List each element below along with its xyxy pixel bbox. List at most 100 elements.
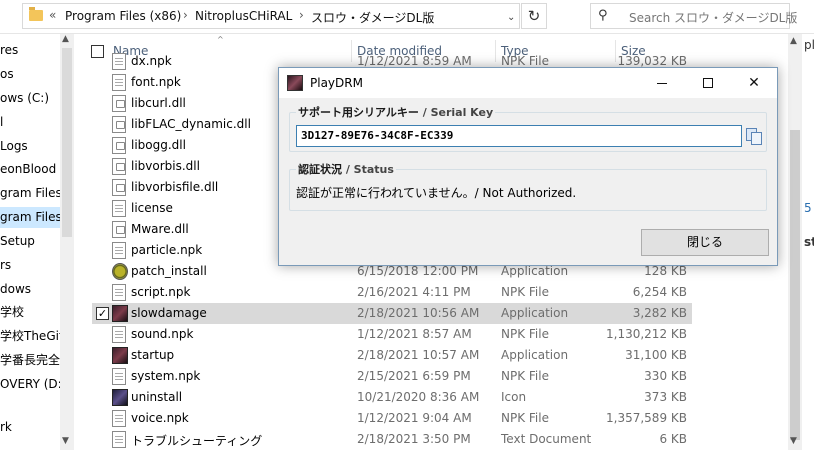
close-button[interactable]: 閉じる (641, 229, 769, 256)
game-app-icon (112, 347, 128, 364)
overflow-chevron-icon[interactable]: « (49, 8, 56, 22)
nav-item[interactable]: eonBlood (0, 159, 60, 180)
file-size: 6,254 KB (632, 285, 687, 299)
file-size: 330 KB (644, 369, 687, 383)
file-name: libogg.dll (131, 138, 186, 152)
npk-icon (112, 368, 126, 385)
row-checkbox[interactable]: ✓ (96, 307, 109, 320)
file-size: 128 KB (644, 264, 687, 278)
status-message: 認証が正常に行われていません。/ Not Authorized. (296, 186, 577, 200)
nav-item[interactable]: os (0, 64, 60, 85)
minimize-icon (657, 82, 667, 84)
file-size: 139,032 KB (617, 54, 687, 68)
details-pane-text: st (804, 235, 814, 249)
file-type: NPK File (501, 411, 549, 425)
npk-icon (112, 410, 126, 427)
file-row[interactable]: トラブルシューティング 2/18/2021 3:50 PM Text Documen… (92, 429, 692, 450)
dll-icon (112, 137, 126, 154)
file-row[interactable]: uninstall 10/21/2020 8:36 AM Icon 373 KB (92, 387, 692, 408)
uninstall-icon (112, 389, 128, 406)
maximize-icon (703, 78, 713, 88)
file-name: font.npk (131, 75, 181, 89)
serial-key-group-title: サポート用シリアルキー / Serial Key (296, 104, 496, 120)
dll-icon (112, 95, 126, 112)
npk-icon (112, 326, 126, 343)
file-name: libvorbisfile.dll (131, 180, 219, 194)
file-date: 2/18/2021 10:57 AM (357, 348, 480, 362)
file-name: libFLAC_dynamic.dll (131, 117, 251, 131)
scroll-down-icon[interactable]: ▼ (62, 436, 69, 446)
scroll-up-icon[interactable]: ▲ (790, 36, 797, 46)
status-group-title: 認証状況 / Status (296, 161, 396, 177)
nav-item[interactable]: gram Files (0, 183, 62, 204)
navigation-pane: res os ows (C:) l Logs eonBlood gram Fil… (0, 34, 74, 450)
file-size: 1,357,589 KB (606, 411, 687, 425)
breadcrumb-nitroplus[interactable]: NitroplusCHiRAL (195, 9, 292, 23)
file-name: startup (131, 348, 175, 362)
text-file-icon (112, 200, 126, 217)
search-placeholder: Search スロウ・ダメージDL版 (629, 11, 798, 25)
file-name: slowdamage (131, 306, 207, 320)
nav-item[interactable]: Setup (0, 231, 60, 252)
nav-item[interactable]: res (0, 40, 60, 61)
file-date: 1/12/2021 8:57 AM (357, 327, 472, 341)
status-group: 認証状況 / Status 認証が正常に行われていません。/ Not Autho… (289, 161, 767, 211)
nav-item[interactable]: 学校TheGift (0, 326, 68, 347)
nav-item[interactable]: rk (0, 417, 60, 438)
nav-item[interactable]: 学校 (0, 302, 60, 323)
file-name: system.npk (131, 369, 201, 383)
scroll-down-icon[interactable]: ▼ (790, 436, 797, 446)
dll-icon (112, 116, 126, 133)
scroll-up-icon[interactable]: ▲ (62, 34, 69, 44)
file-row[interactable]: startup 2/18/2021 10:57 AM Application 31,1… (92, 345, 692, 366)
file-row[interactable]: ✓ slowdamage 2/18/2021 10:56 AM Application… (92, 303, 692, 324)
file-name: patch_install (131, 264, 207, 278)
nav-item[interactable]: OVERY (D:) (0, 374, 66, 395)
breadcrumb-program-files-x86[interactable]: Program Files (x86) (65, 9, 181, 23)
serial-key-label-en: / Serial Key (418, 106, 494, 119)
nav-item[interactable]: rs (0, 255, 60, 276)
dialog-title-bar[interactable]: PlayDRM ✕ (279, 68, 777, 98)
file-row[interactable]: sound.npk 1/12/2021 8:57 AM NPK File 1,130,… (92, 324, 692, 345)
minimize-button[interactable] (639, 68, 685, 98)
file-name: license (131, 201, 173, 215)
address-history-dropdown-icon[interactable]: ⌄ (507, 12, 515, 23)
file-name: トラブルシューティング (131, 434, 263, 448)
address-bar[interactable]: « Program Files (x86) › NitroplusCHiRAL … (22, 3, 520, 29)
nav-item[interactable]: ows (C:) (0, 88, 60, 109)
file-type: NPK File (501, 54, 549, 68)
file-size: 373 KB (644, 390, 687, 404)
nav-item-selected[interactable]: gram Files ( (0, 207, 70, 228)
patch-app-icon (112, 263, 128, 280)
file-type: Application (501, 264, 569, 278)
serial-key-group: サポート用シリアルキー / Serial Key 3D127-89E76-34C… (289, 104, 767, 152)
file-row[interactable]: script.npk 2/16/2021 4:11 PM NPK File 6,254… (92, 282, 692, 303)
nav-scrollbar-thumb[interactable] (62, 48, 72, 237)
nav-item[interactable]: Logs (0, 136, 60, 157)
search-box[interactable]: ⚲ Search スロウ・ダメージDL版 (590, 3, 797, 29)
details-pane-text: 5 (804, 201, 812, 215)
nav-item[interactable]: dows (0, 279, 60, 300)
file-date: 2/15/2021 6:59 PM (357, 369, 471, 383)
serial-key-field[interactable]: 3D127-89E76-34C8F-EC339 (296, 125, 742, 147)
copy-icon[interactable] (746, 128, 762, 145)
file-name: uninstall (131, 390, 183, 404)
refresh-button[interactable]: ↻ (521, 3, 547, 29)
breadcrumb-current-folder[interactable]: スロウ・ダメージDL版 (311, 9, 434, 26)
file-type: Application (501, 306, 569, 320)
close-window-button[interactable]: ✕ (731, 68, 777, 98)
file-size: 3,282 KB (632, 306, 687, 320)
app-icon (287, 75, 303, 91)
playdrm-dialog: PlayDRM ✕ サポート用シリアルキー / Serial Key 3D127… (278, 67, 778, 266)
file-list-scrollbar-thumb[interactable] (790, 130, 800, 440)
npk-icon (112, 53, 126, 70)
address-row: « Program Files (x86) › NitroplusCHiRAL … (0, 0, 814, 34)
file-row[interactable]: voice.npk 1/12/2021 9:04 AM NPK File 1,357,… (92, 408, 692, 429)
file-name: Mware.dll (131, 222, 189, 236)
dll-icon (112, 158, 126, 175)
nav-item[interactable]: 学番長完全 (0, 350, 60, 371)
maximize-button[interactable] (685, 68, 731, 98)
nav-item[interactable]: l (0, 112, 60, 133)
file-row[interactable]: system.npk 2/15/2021 6:59 PM NPK File 330 K… (92, 366, 692, 387)
breadcrumb-separator-icon: › (299, 8, 304, 22)
